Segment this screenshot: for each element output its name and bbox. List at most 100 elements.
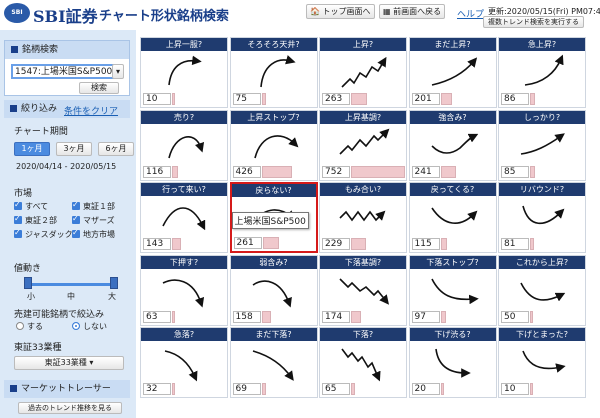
- price-movement-slider[interactable]: [26, 283, 116, 286]
- pattern-cell[interactable]: 急落? 32: [140, 327, 228, 398]
- count-bar: [262, 237, 279, 249]
- multi-trend-search-button[interactable]: 複数トレンド検索を実行する: [483, 16, 584, 28]
- market-jasdaq-label: ジャスダック: [25, 230, 73, 239]
- pattern-label: 急上昇?: [499, 38, 585, 51]
- pattern-cell[interactable]: 弱含み? 158: [229, 254, 318, 326]
- pattern-cell[interactable]: しっかり? 85: [498, 109, 586, 181]
- pattern-cell[interactable]: 上昇一服? 10: [140, 37, 228, 108]
- pattern-label: 下押す?: [141, 255, 227, 269]
- pattern-count: 115: [411, 238, 440, 250]
- pattern-count: 81: [501, 238, 529, 250]
- sell-icon: [168, 135, 205, 158]
- clear-conditions-link[interactable]: 条件をクリア: [64, 104, 118, 117]
- market-tse1-checkbox[interactable]: 東証１部: [72, 200, 115, 212]
- pattern-count: 10: [501, 383, 529, 395]
- pattern-cell[interactable]: 下げ渋る? 20: [408, 327, 497, 398]
- pattern-cell[interactable]: 上昇基調? 752: [319, 109, 407, 181]
- pattern-cell[interactable]: 上昇ストップ? 426: [229, 109, 318, 181]
- count-bar: [172, 310, 175, 323]
- pattern-cell[interactable]: 下押す? 63: [140, 254, 228, 326]
- pattern-label: 下落?: [320, 328, 406, 341]
- pattern-cell[interactable]: これから上昇? 50: [498, 254, 586, 326]
- sector-select[interactable]: 東証33業種 ▾: [14, 356, 124, 370]
- pattern-cell[interactable]: まだ下落? 69: [229, 327, 318, 398]
- market-local-checkbox[interactable]: 地方市場: [72, 228, 115, 240]
- radio-selected-icon: [72, 322, 80, 330]
- pattern-label: 上昇一服?: [141, 38, 227, 51]
- pattern-count: 752: [322, 165, 350, 178]
- pattern-cell[interactable]: リバウンド? 81: [498, 182, 586, 253]
- slider-max-handle[interactable]: [110, 277, 118, 289]
- pattern-cell[interactable]: 下げとまった? 10: [498, 327, 586, 398]
- pattern-cell[interactable]: 売り? 116: [140, 109, 228, 181]
- credit-no-radio[interactable]: しない: [72, 321, 107, 332]
- pattern-cell[interactable]: もみ合い? 229: [319, 182, 407, 253]
- pattern-cell[interactable]: 戻ってくる? 115: [408, 182, 497, 253]
- checkbox-icon: [14, 228, 22, 238]
- help-link[interactable]: ヘルプ: [457, 7, 484, 20]
- search-button[interactable]: 検索: [79, 82, 119, 94]
- period-6m-button[interactable]: 6ヶ月: [98, 142, 134, 156]
- sharp-fall-icon: [164, 350, 198, 382]
- market-tse2-checkbox[interactable]: 東証２部: [14, 214, 57, 226]
- top-page-button[interactable]: 🏠 トップ画面へ: [306, 4, 375, 19]
- market-all-checkbox[interactable]: すべて: [14, 200, 48, 212]
- rise-plateau-icon: [168, 55, 202, 86]
- top-page-label: トップ画面へ: [322, 7, 371, 16]
- checkbox-icon: [72, 228, 80, 238]
- count-bar: [530, 238, 534, 250]
- period-1m-button[interactable]: 1ヶ月: [14, 142, 50, 156]
- pattern-count: 229: [322, 238, 350, 250]
- sector-label: 東証33業種: [14, 343, 62, 353]
- past-trend-button[interactable]: 過去のトレンド推移を見る: [18, 402, 122, 414]
- price-movement-label: 値動き: [14, 264, 42, 274]
- pattern-cell[interactable]: 下落ストップ? 97: [408, 254, 497, 326]
- credit-yes-radio[interactable]: する: [16, 321, 43, 332]
- sharp-rise-icon: [524, 54, 564, 86]
- pattern-label: 売り?: [141, 110, 227, 124]
- pattern-label: リバウンド?: [499, 183, 585, 196]
- pattern-cell[interactable]: 下落? 65: [319, 327, 407, 398]
- chevron-down-icon: ▾: [89, 358, 94, 367]
- pattern-label: 戻らない?: [231, 184, 316, 197]
- period-3m-button[interactable]: 3ヶ月: [56, 142, 92, 156]
- slider-min-handle[interactable]: [24, 277, 32, 289]
- about-to-rise-icon: [520, 282, 566, 301]
- pattern-count: 143: [143, 238, 171, 250]
- stock-select[interactable]: 1547:上場米国S&P500: [11, 64, 117, 79]
- pattern-label: 下げ渋る?: [409, 328, 496, 341]
- sbi-logo[interactable]: SBI: [4, 3, 30, 23]
- market-jasdaq-checkbox[interactable]: ジャスダック: [14, 228, 73, 240]
- count-bar: [440, 310, 446, 323]
- filter-heading-text: 絞り込み: [21, 104, 58, 114]
- pattern-count: 63: [143, 310, 171, 323]
- rise-stop-icon: [253, 134, 298, 158]
- back-button[interactable]: ▦ 前画面へ戻る: [379, 4, 446, 19]
- count-bar: [530, 93, 535, 105]
- market-tracer-heading-text: マーケットトレーサー: [21, 384, 111, 394]
- pattern-label: 行って来い?: [141, 183, 227, 196]
- pattern-cell[interactable]: 急上昇? 86: [498, 37, 586, 108]
- fall-stop-icon: [430, 278, 479, 304]
- market-mothers-checkbox[interactable]: マザーズ: [72, 214, 115, 226]
- brand-name[interactable]: SBI証券: [33, 3, 98, 27]
- pattern-count: 97: [411, 310, 440, 323]
- date-range: 2020/04/14 - 2020/05/15: [16, 162, 117, 171]
- pattern-label: これから上昇?: [499, 255, 585, 269]
- pattern-cell[interactable]: 強含み? 241: [408, 109, 497, 181]
- pattern-count: 174: [322, 310, 350, 323]
- period-buttons: 1ヶ月 3ヶ月 6ヶ月: [14, 142, 134, 156]
- chevron-down-icon[interactable]: ▾: [112, 64, 124, 79]
- rebound-icon: [522, 205, 565, 225]
- pattern-cell[interactable]: 下落基調? 174: [319, 254, 407, 326]
- checkbox-icon: [72, 214, 80, 224]
- pattern-label: まだ上昇?: [409, 38, 496, 51]
- pattern-cell[interactable]: 行って来い? 143: [140, 182, 228, 253]
- count-bar: [530, 165, 535, 178]
- pattern-cell[interactable]: まだ上昇? 201: [408, 37, 497, 108]
- pattern-label: 急落?: [141, 328, 227, 341]
- count-bar: [440, 93, 452, 105]
- count-bar: [261, 310, 271, 323]
- pattern-cell[interactable]: そろそろ天井? 75: [229, 37, 318, 108]
- pattern-cell[interactable]: 上昇? 263: [319, 37, 407, 108]
